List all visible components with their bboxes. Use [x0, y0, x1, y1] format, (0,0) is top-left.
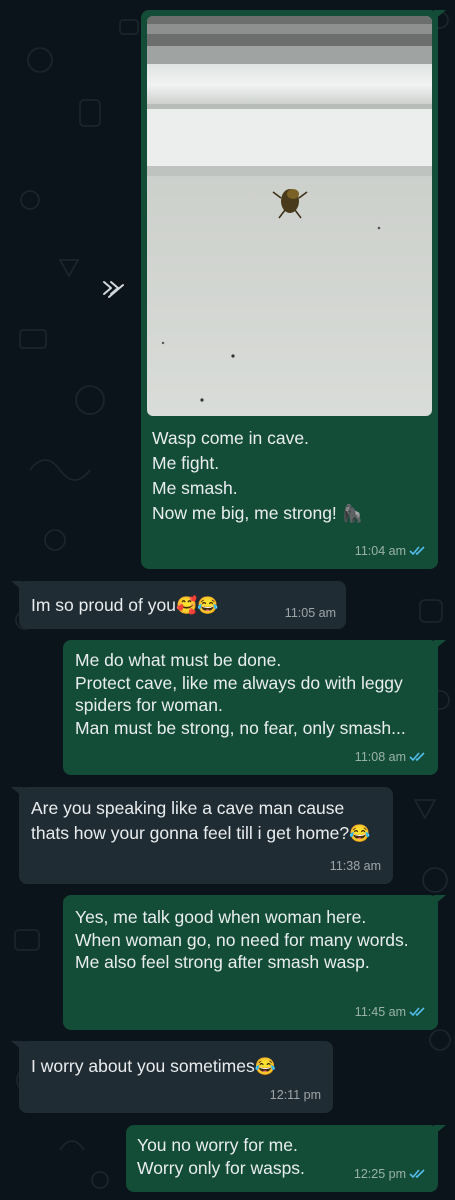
message-meta: 11:38 am: [330, 855, 381, 878]
message-text: Im so proud of you🥰😂: [31, 595, 219, 615]
wasp-photo[interactable]: [147, 16, 432, 416]
message-bubble-outgoing[interactable]: Me do what must be done. Protect cave, l…: [63, 640, 446, 775]
message-bubble-incoming[interactable]: Are you speaking like a cave man cause t…: [11, 787, 393, 884]
double-check-icon: [409, 1007, 425, 1017]
message-meta: 12:11 pm: [270, 1084, 321, 1107]
message-bubble-outgoing[interactable]: Wasp come in cave. Me fight. Me smash. N…: [141, 10, 446, 569]
message-text: Me do what must be done. Protect cave, l…: [75, 650, 406, 738]
message-text: Yes, me talk good when woman here. When …: [75, 907, 409, 972]
double-check-icon: [409, 752, 425, 762]
double-check-icon: [409, 1169, 425, 1179]
bubble-tail: [11, 787, 23, 797]
message-time: 11:05 am: [284, 605, 336, 620]
message-time: 11:45 am: [354, 1004, 406, 1019]
message-time: 11:08 am: [354, 749, 406, 764]
message-meta: 11:45 am: [355, 1001, 426, 1024]
message-bubble-incoming[interactable]: Im so proud of you🥰😂 11:05 am: [11, 581, 346, 629]
message-time: 11:38 am: [329, 858, 381, 873]
message-text: You no worry for me. Worry only for wasp…: [137, 1135, 305, 1178]
emoji: 😂: [349, 824, 371, 843]
bubble-tail: [434, 1125, 446, 1135]
message-text: Wasp come in cave. Me fight. Me smash. N…: [152, 428, 363, 523]
wasp-photo-image: [147, 16, 432, 416]
message-bubble-incoming[interactable]: I worry about you sometimes😂 12:11 pm: [11, 1041, 333, 1113]
message-meta: 11:08 am: [355, 746, 426, 769]
message-time: 12:25 pm: [353, 1166, 406, 1181]
message-meta: 12:25 pm: [354, 1163, 426, 1186]
message-meta: 11:05 am: [285, 602, 336, 625]
message-text: Are you speaking like a cave man cause t…: [31, 798, 371, 843]
message-meta: 11:04 am: [355, 540, 426, 563]
message-text: I worry about you sometimes😂: [31, 1056, 276, 1076]
forward-icon[interactable]: [101, 279, 125, 301]
message-time: 12:11 pm: [269, 1087, 321, 1102]
emoji: 😂: [254, 1057, 276, 1076]
message-bubble-outgoing[interactable]: Yes, me talk good when woman here. When …: [63, 895, 446, 1030]
message-bubble-outgoing[interactable]: You no worry for me. Worry only for wasp…: [126, 1125, 446, 1192]
bubble-tail: [434, 10, 446, 20]
bubble-tail: [11, 1041, 23, 1051]
bubble-tail: [434, 895, 446, 905]
message-time: 11:04 am: [354, 543, 406, 558]
gorilla-emoji: 🦍: [341, 504, 363, 523]
bubble-tail: [11, 581, 23, 591]
emoji: 🥰😂: [175, 596, 219, 615]
bubble-tail: [434, 640, 446, 650]
double-check-icon: [409, 546, 425, 556]
